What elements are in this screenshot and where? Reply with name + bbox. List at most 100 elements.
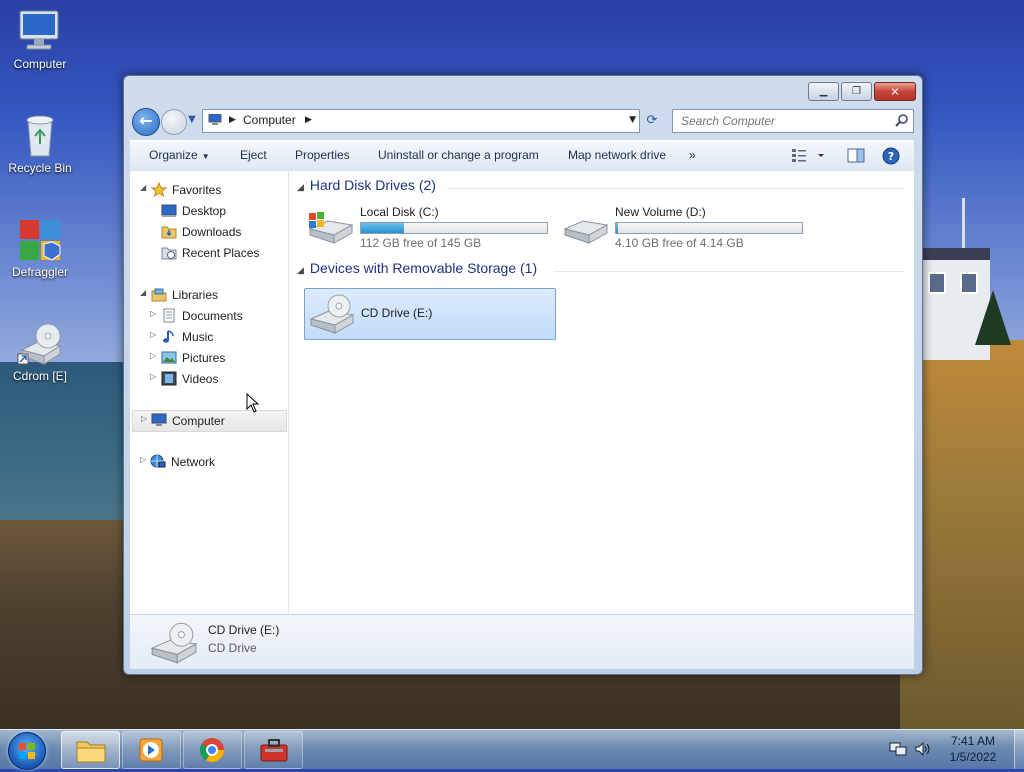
videos-icon: [161, 371, 177, 386]
preview-pane-button[interactable]: [845, 145, 867, 167]
nav-label: Videos: [182, 372, 219, 386]
group-header-label: Devices with Removable Storage (1): [309, 260, 538, 276]
nav-downloads[interactable]: Downloads: [138, 222, 278, 242]
group-divider: [554, 271, 905, 272]
nav-label: Pictures: [182, 351, 226, 365]
close-button[interactable]: ✕: [874, 82, 916, 101]
expand-arrow-icon[interactable]: ▷: [140, 455, 146, 464]
windows-drive-icon: [308, 212, 354, 244]
expand-arrow-icon[interactable]: ▷: [150, 372, 156, 381]
expand-arrow-icon[interactable]: ▷: [150, 330, 156, 339]
content-pane: ◢ Hard Disk Drives (2) Local Disk (C:) 11…: [289, 171, 914, 614]
network-tray-icon[interactable]: [889, 741, 907, 757]
nav-music[interactable]: ▷ Music: [138, 327, 278, 347]
nav-recent-places[interactable]: Recent Places: [138, 243, 278, 263]
nav-pictures[interactable]: ▷ Pictures: [138, 348, 278, 368]
start-button[interactable]: [8, 732, 46, 770]
search-input[interactable]: [679, 112, 883, 130]
taskbar-chrome-button[interactable]: [183, 731, 242, 769]
group-header-removable-storage[interactable]: ◢ Devices with Removable Storage (1): [297, 260, 537, 276]
forward-button[interactable]: [161, 109, 187, 135]
volume-icon[interactable]: [914, 741, 932, 757]
desktop-icon-recycle-bin[interactable]: Recycle Bin: [0, 112, 80, 175]
hard-drive-icon: [563, 220, 609, 244]
taskbar-media-player-button[interactable]: [122, 731, 181, 769]
address-dropdown-icon[interactable]: ▼: [629, 115, 636, 125]
recycle-bin-icon: [16, 112, 64, 158]
expand-collapse-icon[interactable]: ◢: [140, 183, 146, 192]
search-icon[interactable]: [895, 113, 909, 127]
more-commands-button[interactable]: »: [689, 148, 696, 162]
back-button[interactable]: ←: [132, 108, 160, 136]
taskbar-toolbox-button[interactable]: [244, 731, 303, 769]
drive-tile-new-volume-d[interactable]: New Volume (D:) 4.10 GB free of 4.14 GB: [559, 201, 809, 251]
pictures-icon: [161, 351, 177, 364]
maximize-icon: ❐: [852, 85, 861, 97]
nav-desktop[interactable]: Desktop: [138, 201, 278, 221]
expand-arrow-icon[interactable]: ▷: [150, 351, 156, 360]
recent-places-icon: [161, 247, 177, 260]
windows-logo-icon: [19, 743, 35, 759]
close-icon: ✕: [890, 85, 900, 98]
caption-buttons: ▁ ❐ ✕: [808, 82, 916, 101]
media-player-icon: [139, 738, 163, 762]
defraggler-icon: [16, 216, 64, 262]
eject-button[interactable]: Eject: [240, 148, 267, 162]
uninstall-program-button[interactable]: Uninstall or change a program: [378, 148, 539, 162]
details-pane: CD Drive (E:) CD Drive: [130, 614, 914, 669]
desktop-icon-defraggler[interactable]: Defraggler: [0, 216, 80, 279]
desktop-icon: [161, 204, 177, 217]
help-icon: ?: [882, 147, 900, 165]
breadcrumb-separator-icon[interactable]: ▶: [229, 115, 236, 125]
address-bar[interactable]: ▶ Computer ▶ ▼: [202, 109, 640, 133]
desktop-wallpaper-tree: [975, 290, 1011, 345]
taskbar-clock[interactable]: 7:41 AM 1/5/2022: [940, 733, 1006, 765]
nav-documents[interactable]: ▷ Documents: [138, 306, 278, 326]
help-button[interactable]: ?: [880, 145, 902, 167]
network-icon: [150, 454, 166, 468]
organize-button[interactable]: Organize ▼: [149, 148, 210, 162]
expand-collapse-icon[interactable]: ◢: [140, 288, 146, 297]
nav-favorites[interactable]: ◢ Favorites: [138, 180, 278, 200]
refresh-button[interactable]: ⟳: [640, 109, 664, 133]
nav-computer[interactable]: ▷ Computer: [132, 410, 287, 432]
show-desktop-button[interactable]: [1014, 730, 1024, 769]
drive-name: CD Drive (E:): [361, 306, 433, 320]
recent-pages-dropdown[interactable]: ▼: [188, 114, 196, 125]
cd-drive-icon: [16, 320, 64, 366]
properties-button[interactable]: Properties: [295, 148, 350, 162]
nav-network[interactable]: ▷ Network: [132, 452, 282, 472]
music-icon: [163, 330, 174, 343]
breadcrumb-separator-icon[interactable]: ▶: [305, 115, 312, 125]
nav-videos[interactable]: ▷ Videos: [138, 369, 278, 389]
nav-libraries[interactable]: ◢ Libraries: [138, 285, 278, 305]
desktop-icon-label: Defraggler: [11, 265, 69, 279]
documents-icon: [163, 308, 175, 323]
map-network-drive-button[interactable]: Map network drive: [568, 148, 666, 162]
desktop-icon-computer[interactable]: Computer: [0, 8, 80, 71]
organize-label: Organize: [149, 148, 198, 162]
computer-icon: [208, 114, 222, 125]
expand-arrow-icon[interactable]: ▷: [141, 414, 147, 423]
expand-arrow-icon[interactable]: ▷: [150, 309, 156, 318]
nav-label: Desktop: [182, 204, 227, 218]
navigation-pane: ◢ Favorites Desktop Downloads Recent Pla…: [130, 171, 289, 614]
minimize-button[interactable]: ▁: [808, 82, 839, 101]
search-box[interactable]: [672, 109, 914, 133]
preview-pane-icon: [847, 148, 865, 163]
change-view-button[interactable]: [790, 145, 824, 167]
desktop-icon-cdrom[interactable]: Cdrom [E]: [0, 320, 80, 383]
refresh-icon: ⟳: [646, 113, 658, 128]
taskbar-explorer-button[interactable]: [61, 731, 120, 769]
drive-tile-local-disk-c[interactable]: Local Disk (C:) 112 GB free of 145 GB: [304, 201, 554, 251]
nav-label: Favorites: [172, 183, 222, 197]
breadcrumb-computer[interactable]: Computer: [243, 113, 296, 127]
group-header-hard-disk-drives[interactable]: ◢ Hard Disk Drives (2): [297, 177, 436, 193]
group-divider: [447, 188, 905, 189]
collapse-group-icon: ◢: [297, 265, 304, 275]
maximize-button[interactable]: ❐: [841, 82, 872, 101]
view-options-icon: [792, 149, 824, 162]
mouse-cursor-icon: [246, 393, 260, 413]
details-item-name: CD Drive (E:): [208, 623, 280, 637]
drive-tile-cd-drive-e[interactable]: CD Drive (E:): [304, 288, 556, 340]
